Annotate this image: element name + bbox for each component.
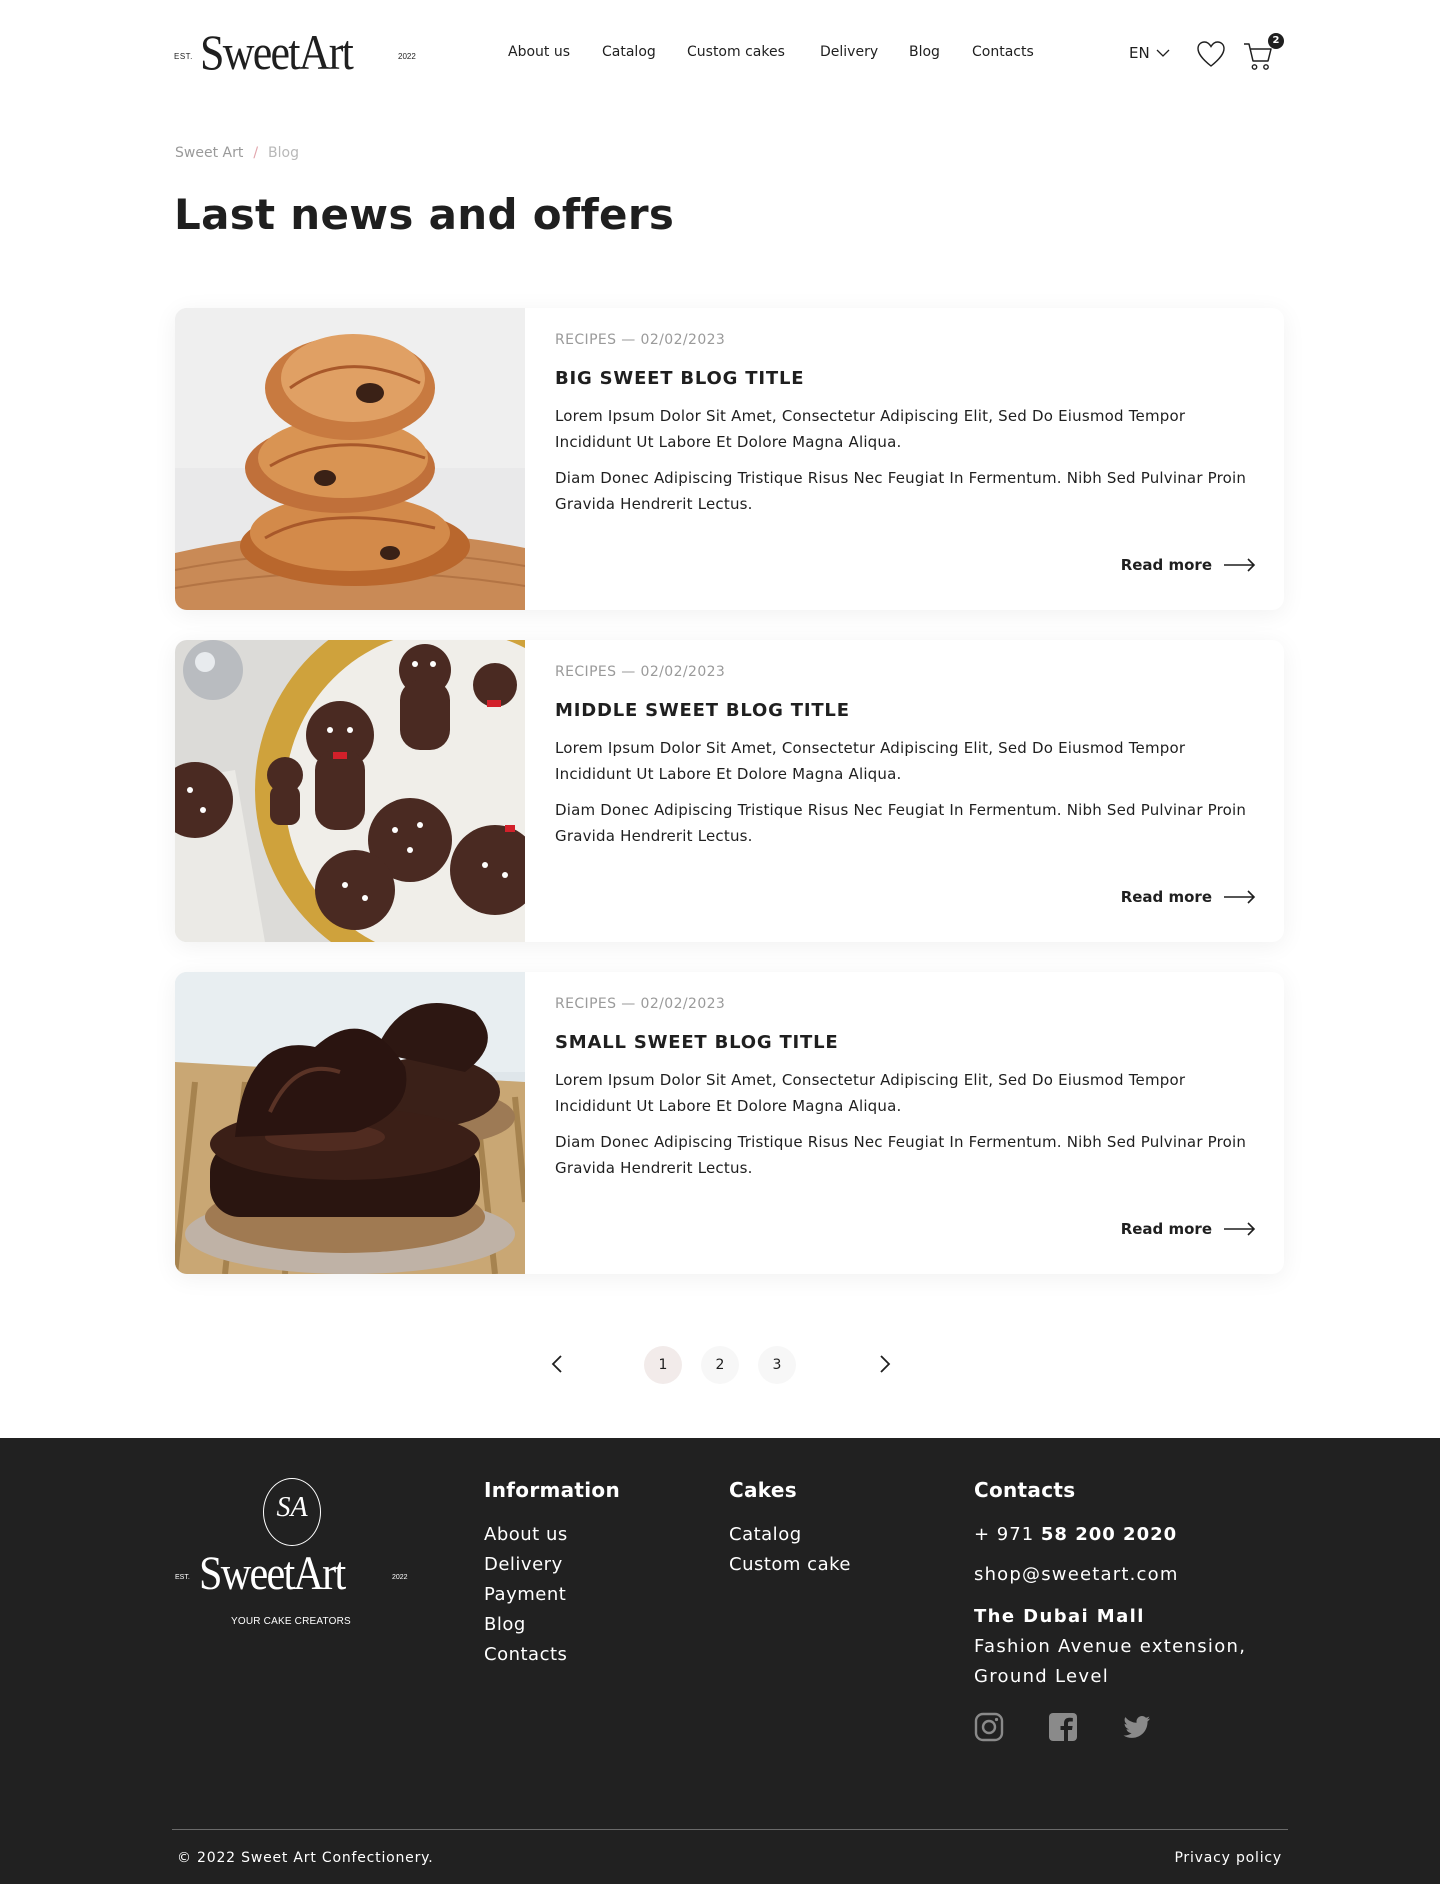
read-more-link[interactable]: Read more	[1121, 1220, 1256, 1238]
chevron-down-icon	[1156, 49, 1170, 57]
blog-card-excerpt: Lorem Ipsum Dolor Sit Amet, Consectetur …	[555, 1071, 1186, 1115]
facebook-icon[interactable]	[1048, 1712, 1078, 1742]
nav-custom-cakes[interactable]: Custom cakes	[687, 44, 785, 60]
page-title: Last news and offers	[174, 190, 675, 239]
footer-socials	[974, 1712, 1152, 1742]
footer-link-blog[interactable]: Blog	[484, 1610, 620, 1640]
privacy-policy-link[interactable]: Privacy policy	[1174, 1850, 1282, 1866]
footer-mall: The Dubai Mall	[974, 1606, 1145, 1627]
footer-copyright: © 2022 Sweet Art Confectionery.	[177, 1850, 434, 1866]
read-more-link[interactable]: Read more	[1121, 556, 1256, 574]
blog-card-excerpt: Lorem Ipsum Dolor Sit Amet, Consectetur …	[555, 739, 1186, 783]
footer-information-heading: Information	[484, 1478, 621, 1502]
phone-number: 58 200 2020	[1040, 1524, 1178, 1545]
blog-card-content: RECIPES — 02/02/2023 SMALL SWEET BLOG TI…	[555, 996, 1256, 1181]
breadcrumb-current: Blog	[268, 145, 299, 161]
breadcrumb: Sweet Art / Blog	[175, 145, 299, 161]
blog-card-content: RECIPES — 02/02/2023 BIG SWEET BLOG TITL…	[555, 332, 1256, 517]
read-more-link[interactable]: Read more	[1121, 888, 1256, 906]
footer-logo-monogram: SA	[276, 1492, 308, 1523]
page-button-2[interactable]: 2	[701, 1346, 739, 1384]
arrow-right-icon	[1224, 558, 1256, 572]
chevron-right-icon[interactable]	[874, 1354, 894, 1374]
footer-link-payment[interactable]: Payment	[484, 1580, 620, 1610]
arrow-right-icon	[1224, 890, 1256, 904]
footer-cakes: Cakes Catalog Custom cake	[729, 1478, 851, 1580]
footer-logo-year: 2022	[392, 1574, 408, 1581]
page-button-1[interactable]: 1	[644, 1346, 682, 1384]
footer-logo[interactable]: SA EST. SweetArt 2022 YOUR CAKE CREATORS	[175, 1478, 415, 1638]
footer-logo-est: EST.	[175, 1574, 190, 1581]
blog-card-title[interactable]: MIDDLE SWEET BLOG TITLE	[555, 700, 1256, 721]
nav-about-us[interactable]: About us	[508, 44, 570, 60]
footer-address-line1: Fashion Avenue extension,	[974, 1636, 1247, 1657]
footer-contacts-heading: Contacts	[974, 1478, 1076, 1502]
blog-card-excerpt-2: Diam Donec Adipiscing Tristique Risus Ne…	[555, 469, 1247, 513]
footer-link-about-us[interactable]: About us	[484, 1520, 620, 1550]
logo-brand: SweetArt	[200, 24, 354, 80]
instagram-icon[interactable]	[974, 1712, 1004, 1742]
footer-link-delivery[interactable]: Delivery	[484, 1550, 620, 1580]
logo-year: 2022	[398, 52, 416, 61]
footer-logo-brand: SweetArt	[199, 1547, 346, 1600]
footer-address-line2: Ground Level	[974, 1666, 1110, 1687]
footer-phone[interactable]: + 971 58 200 2020	[974, 1520, 1246, 1550]
breadcrumb-separator: /	[253, 145, 259, 161]
footer-email[interactable]: shop@sweetart.com	[974, 1560, 1246, 1590]
breadcrumb-home[interactable]: Sweet Art	[175, 145, 243, 161]
read-more-label: Read more	[1120, 1220, 1212, 1238]
site-logo[interactable]: EST. SweetArt 2022	[174, 22, 424, 82]
blog-card-title[interactable]: BIG SWEET BLOG TITLE	[555, 368, 1256, 389]
page-button-3[interactable]: 3	[758, 1346, 796, 1384]
footer-link-custom-cake[interactable]: Custom cake	[729, 1550, 851, 1580]
blog-card-meta: RECIPES — 02/02/2023	[555, 664, 726, 680]
logo-est: EST.	[174, 52, 193, 61]
nav-delivery[interactable]: Delivery	[820, 44, 878, 60]
blog-card-meta: RECIPES — 02/02/2023	[555, 996, 726, 1012]
footer-information: Information About us Delivery Payment Bl…	[484, 1478, 620, 1670]
blog-card-title[interactable]: SMALL SWEET BLOG TITLE	[555, 1032, 1256, 1053]
gingerbread-cookies-image[interactable]	[175, 640, 525, 942]
language-selector[interactable]: EN	[1129, 44, 1170, 62]
footer-link-contacts[interactable]: Contacts	[484, 1640, 620, 1670]
footer-link-catalog[interactable]: Catalog	[729, 1520, 851, 1550]
footer-divider	[172, 1829, 1288, 1830]
chevron-left-icon[interactable]	[548, 1354, 568, 1374]
cart-count-badge: 2	[1268, 33, 1284, 49]
chocolate-tarts-image[interactable]	[175, 972, 525, 1274]
nav-catalog[interactable]: Catalog	[602, 44, 656, 60]
site-header: EST. SweetArt 2022 About us Catalog Cust…	[0, 0, 1440, 110]
site-footer: SA EST. SweetArt 2022 YOUR CAKE CREATORS…	[0, 1438, 1440, 1884]
blog-card-excerpt-2: Diam Donec Adipiscing Tristique Risus Ne…	[555, 801, 1247, 845]
nav-blog[interactable]: Blog	[909, 44, 940, 60]
footer-logo-tagline: YOUR CAKE CREATORS	[231, 1616, 351, 1627]
heart-icon[interactable]	[1196, 40, 1226, 68]
phone-prefix: + 971	[974, 1524, 1035, 1545]
footer-cakes-heading: Cakes	[729, 1478, 797, 1502]
pagination: 1 2 3	[0, 1344, 1440, 1384]
language-label: EN	[1129, 44, 1150, 62]
arrow-right-icon	[1224, 1222, 1256, 1236]
blog-card-excerpt-2: Diam Donec Adipiscing Tristique Risus Ne…	[555, 1133, 1247, 1177]
blog-card-meta: RECIPES — 02/02/2023	[555, 332, 726, 348]
croissant-stack-image[interactable]	[175, 308, 525, 610]
blog-card: RECIPES — 02/02/2023 MIDDLE SWEET BLOG T…	[175, 640, 1284, 942]
read-more-label: Read more	[1120, 556, 1212, 574]
read-more-label: Read more	[1120, 888, 1212, 906]
nav-contacts[interactable]: Contacts	[972, 44, 1034, 60]
footer-contacts: Contacts + 971 58 200 2020 shop@sweetart…	[974, 1478, 1246, 1692]
blog-card-content: RECIPES — 02/02/2023 MIDDLE SWEET BLOG T…	[555, 664, 1256, 849]
blog-card-excerpt: Lorem Ipsum Dolor Sit Amet, Consectetur …	[555, 407, 1186, 451]
blog-card: RECIPES — 02/02/2023 BIG SWEET BLOG TITL…	[175, 308, 1284, 610]
blog-card: RECIPES — 02/02/2023 SMALL SWEET BLOG TI…	[175, 972, 1284, 1274]
twitter-icon[interactable]	[1122, 1712, 1152, 1742]
